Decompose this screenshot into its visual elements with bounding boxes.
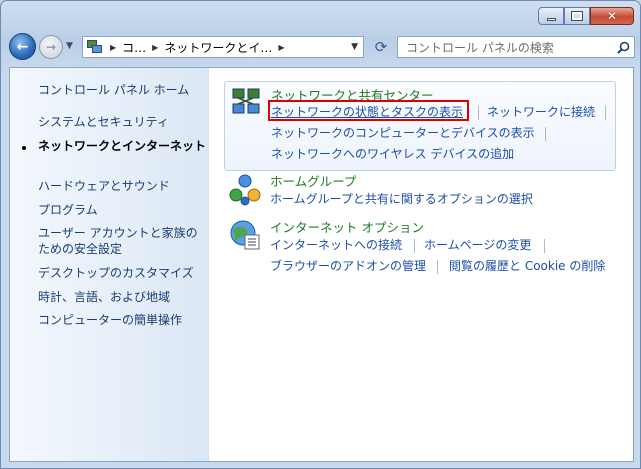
sidebar-item-programs[interactable]: プログラム xyxy=(38,202,206,218)
category-title[interactable]: インターネット オプション xyxy=(270,217,424,236)
breadcrumb-arrow-icon[interactable]: ▶ xyxy=(152,43,158,52)
link-view-network-status[interactable]: ネットワークの状態とタスクの表示 xyxy=(271,103,463,120)
minimize-icon xyxy=(546,17,556,21)
maximize-button[interactable] xyxy=(564,7,590,25)
separator xyxy=(545,127,546,141)
refresh-icon: ⟳ xyxy=(374,38,388,56)
breadcrumb-control-panel[interactable]: コ… xyxy=(122,39,146,56)
link-connect-to-network[interactable]: ネットワークに接続 xyxy=(487,103,595,120)
breadcrumb-arrow-icon[interactable]: ▶ xyxy=(110,43,116,52)
separator xyxy=(544,239,545,253)
category-title[interactable]: ホームグループ xyxy=(270,171,356,190)
sidebar-item-user-accounts[interactable]: ユーザー アカウントと家族のための安全設定 xyxy=(38,225,204,257)
refresh-button[interactable]: ⟳ xyxy=(369,36,393,58)
category-network-sharing: ネットワークと共有センター ネットワークの状態とタスクの表示 ネットワークに接続… xyxy=(224,81,616,171)
address-bar[interactable]: ▶ コ… ▶ ネットワークとイ… ▶ ▼ xyxy=(82,36,364,58)
sidebar-item-ease-of-access[interactable]: コンピューターの簡単操作 xyxy=(38,312,206,328)
separator xyxy=(437,260,438,274)
search-icon[interactable] xyxy=(612,41,634,54)
back-arrow-icon: ← xyxy=(16,38,29,55)
sidebar-item-clock-language[interactable]: 時計、言語、および地域 xyxy=(38,289,206,305)
sidebar-item-appearance[interactable]: デスクトップのカスタマイズ xyxy=(38,265,206,281)
separator xyxy=(414,239,415,253)
history-dropdown-button[interactable]: ▼ xyxy=(66,41,78,53)
link-add-wireless-device[interactable]: ネットワークへのワイヤレス デバイスの追加 xyxy=(271,145,514,162)
link-change-homepage[interactable]: ホームページの変更 xyxy=(424,236,531,253)
chevron-down-icon: ▼ xyxy=(66,41,73,51)
navigation-bar: ← → ▼ ▶ コ… ▶ ネットワークとイ… ▶ ▼ ⟳ コントロール パネルの… xyxy=(9,33,635,61)
active-bullet-icon xyxy=(22,146,26,150)
network-sharing-icon xyxy=(232,88,260,114)
separator xyxy=(605,106,606,120)
link-view-network-computers[interactable]: ネットワークのコンピューターとデバイスの表示 xyxy=(271,124,535,141)
maximize-icon xyxy=(571,11,583,21)
close-button[interactable]: ✕ xyxy=(590,7,634,25)
main-panel: ネットワークと共有センター ネットワークの状態とタスクの表示 ネットワークに接続… xyxy=(210,68,633,461)
caption-buttons: ✕ xyxy=(538,7,634,25)
sidebar-item-home[interactable]: コントロール パネル ホーム xyxy=(38,82,206,98)
forward-button[interactable]: → xyxy=(39,35,63,59)
content-area: コントロール パネル ホーム システムとセキュリティ ネットワークとインターネッ… xyxy=(9,67,634,462)
breadcrumb-network-internet[interactable]: ネットワークとイ… xyxy=(164,39,272,56)
link-manage-addons[interactable]: ブラウザーのアドオンの管理 xyxy=(270,257,426,274)
link-homegroup-options[interactable]: ホームグループと共有に関するオプションの選択 xyxy=(270,190,533,207)
control-panel-window: ✕ ← → ▼ ▶ コ… ▶ ネットワークとイ… ▶ ▼ ⟳ コントロール パネ… xyxy=(0,0,641,469)
link-delete-history-cookies[interactable]: 閲覧の履歴と Cookie の削除 xyxy=(449,257,605,274)
search-input[interactable]: コントロール パネルの検索 xyxy=(406,39,612,56)
forward-arrow-icon: → xyxy=(45,40,57,54)
link-connect-to-internet[interactable]: インターネットへの接続 xyxy=(270,236,402,253)
control-panel-icon xyxy=(86,39,104,55)
minimize-button[interactable] xyxy=(538,7,564,25)
address-dropdown-icon[interactable]: ▼ xyxy=(351,42,358,52)
sidebar-item-system-security[interactable]: システムとセキュリティ xyxy=(38,114,206,130)
sidebar: コントロール パネル ホーム システムとセキュリティ ネットワークとインターネッ… xyxy=(10,68,209,461)
sidebar-item-hardware-sound[interactable]: ハードウェアとサウンド xyxy=(38,178,206,194)
separator xyxy=(478,106,479,120)
sidebar-item-network-internet[interactable]: ネットワークとインターネット xyxy=(38,138,208,154)
close-icon: ✕ xyxy=(606,9,618,23)
category-internet-options: インターネット オプション インターネットへの接続 ホームページの変更 ブラウザ… xyxy=(224,215,624,285)
search-box[interactable]: コントロール パネルの検索 xyxy=(397,36,635,58)
category-homegroup: ホームグループ ホームグループと共有に関するオプションの選択 xyxy=(224,171,624,215)
homegroup-icon xyxy=(229,174,261,206)
internet-options-icon xyxy=(230,220,260,250)
breadcrumb-arrow-icon[interactable]: ▶ xyxy=(278,43,284,52)
back-button[interactable]: ← xyxy=(9,33,36,60)
